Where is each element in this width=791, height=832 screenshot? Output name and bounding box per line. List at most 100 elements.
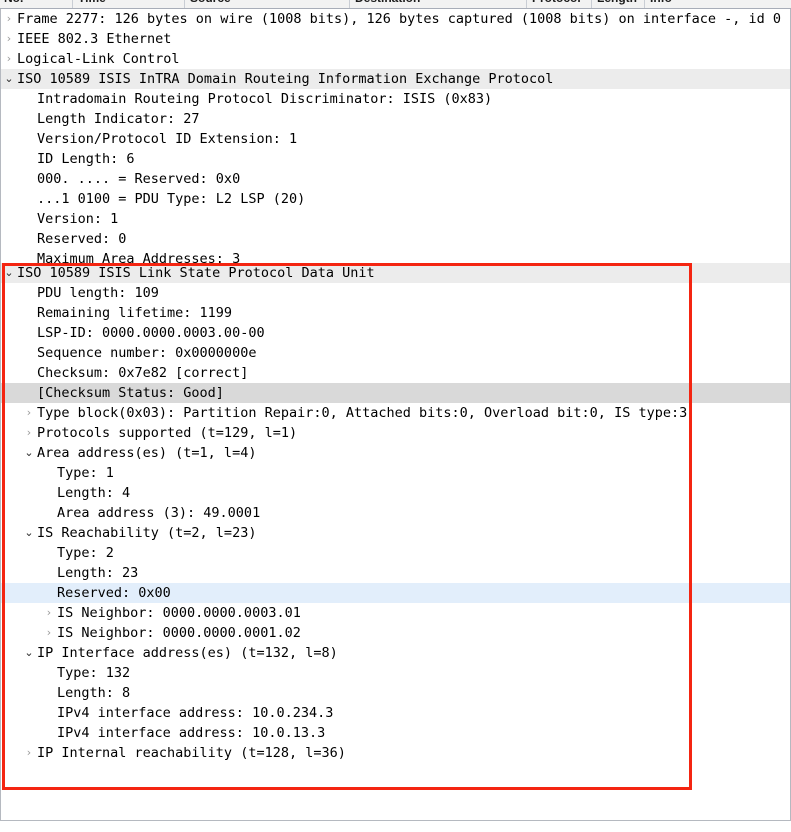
- chevron-down-icon[interactable]: ⌄: [21, 443, 37, 463]
- tree-row[interactable]: ⌄ IS Reachability (t=2, l=23): [1, 523, 790, 543]
- tree-row-label: 000. .... = Reserved: 0x0: [37, 171, 241, 187]
- tree-row[interactable]: ID Length: 6: [1, 149, 790, 169]
- tree-row-label: Logical-Link Control: [17, 51, 180, 67]
- tree-row-label: Length Indicator: 27: [37, 111, 200, 127]
- column-header-no[interactable]: No.: [4, 0, 23, 5]
- tree-row[interactable]: Type: 2: [1, 543, 790, 563]
- tree-row[interactable]: Area address (3): 49.0001: [1, 503, 790, 523]
- chevron-down-icon[interactable]: ⌄: [21, 643, 37, 663]
- tree-row[interactable]: › IS Neighbor: 0000.0000.0003.01: [1, 603, 790, 623]
- tree-row-label: ID Length: 6: [37, 151, 135, 167]
- tree-row[interactable]: Length: 23: [1, 563, 790, 583]
- chevron-right-icon[interactable]: ›: [41, 623, 57, 643]
- pane-bottom-border: [0, 820, 791, 821]
- tree-row-label: ISO 10589 ISIS Link State Protocol Data …: [17, 265, 375, 281]
- tree-row-label: ISO 10589 ISIS InTRA Domain Routeing Inf…: [17, 71, 554, 87]
- tree-row[interactable]: Type: 1: [1, 463, 790, 483]
- tree-row[interactable]: › Logical-Link Control: [1, 49, 790, 69]
- tree-row-label: Area address (3): 49.0001: [57, 505, 261, 521]
- tree-row[interactable]: ...1 0100 = PDU Type: L2 LSP (20): [1, 189, 790, 209]
- chevron-right-icon[interactable]: ›: [41, 603, 57, 623]
- tree-row[interactable]: Length: 8: [1, 683, 790, 703]
- tree-row-label: Type block(0x03): Partition Repair:0, At…: [37, 405, 688, 421]
- chevron-right-icon[interactable]: ›: [1, 9, 17, 29]
- column-divider[interactable]: [591, 0, 592, 8]
- tree-row[interactable]: › IS Neighbor: 0000.0000.0001.02: [1, 623, 790, 643]
- tree-row[interactable]: Version/Protocol ID Extension: 1: [1, 129, 790, 149]
- tree-row[interactable]: Version: 1: [1, 209, 790, 229]
- tree-row[interactable]: Type: 132: [1, 663, 790, 683]
- tree-row[interactable]: 000. .... = Reserved: 0x0: [1, 169, 790, 189]
- tree-row[interactable]: [Checksum Status: Good]: [1, 383, 790, 403]
- chevron-right-icon[interactable]: ›: [21, 403, 37, 423]
- tree-row[interactable]: › IEEE 802.3 Ethernet: [1, 29, 790, 49]
- tree-row[interactable]: ⌄ Area address(es) (t=1, l=4): [1, 443, 790, 463]
- tree-row-label: IP Internal reachability (t=128, l=36): [37, 745, 346, 761]
- tree-row-label: Remaining lifetime: 1199: [37, 305, 233, 321]
- tree-row-label: Area address(es) (t=1, l=4): [37, 445, 257, 461]
- column-divider[interactable]: [644, 0, 645, 8]
- chevron-down-icon[interactable]: ⌄: [1, 69, 17, 89]
- tree-row[interactable]: Sequence number: 0x0000000e: [1, 343, 790, 363]
- tree-row-label: Length: 4: [57, 485, 131, 501]
- chevron-right-icon[interactable]: ›: [1, 49, 17, 69]
- chevron-down-icon[interactable]: ⌄: [21, 523, 37, 543]
- tree-row[interactable]: Reserved: 0x00: [1, 583, 790, 603]
- tree-row[interactable]: Remaining lifetime: 1199: [1, 303, 790, 323]
- tree-row-label: Version: 1: [37, 211, 119, 227]
- column-header-length[interactable]: Length: [597, 0, 637, 5]
- tree-row[interactable]: Length Indicator: 27: [1, 109, 790, 129]
- tree-row[interactable]: LSP-ID: 0000.0000.0003.00-00: [1, 323, 790, 343]
- tree-row[interactable]: › Type block(0x03): Partition Repair:0, A…: [1, 403, 790, 423]
- column-header-source[interactable]: Source: [190, 0, 231, 5]
- column-header-destination[interactable]: Destination: [355, 0, 420, 5]
- tree-row[interactable]: Checksum: 0x7e82 [correct]: [1, 363, 790, 383]
- chevron-right-icon[interactable]: ›: [21, 743, 37, 763]
- tree-row[interactable]: IPv4 interface address: 10.0.234.3: [1, 703, 790, 723]
- column-header-info[interactable]: Info: [650, 0, 672, 5]
- tree-row[interactable]: Length: 4: [1, 483, 790, 503]
- details-empty-area: [1, 783, 790, 821]
- tree-row-label: Length: 23: [57, 565, 139, 581]
- tree-row[interactable]: Maximum Area Addresses: 3: [1, 249, 790, 263]
- column-divider[interactable]: [349, 0, 350, 8]
- packet-details-tree[interactable]: › Frame 2277: 126 bytes on wire (1008 bit…: [1, 9, 790, 763]
- tree-row-label: Sequence number: 0x0000000e: [37, 345, 257, 361]
- column-divider[interactable]: [526, 0, 527, 8]
- tree-row[interactable]: › Protocols supported (t=129, l=1): [1, 423, 790, 443]
- tree-row[interactable]: › Frame 2277: 126 bytes on wire (1008 bit…: [1, 9, 790, 29]
- column-divider[interactable]: [184, 0, 185, 8]
- tree-row-label: ...1 0100 = PDU Type: L2 LSP (20): [37, 191, 306, 207]
- tree-row[interactable]: IPv4 interface address: 10.0.13.3: [1, 723, 790, 743]
- tree-row-label: Length: 8: [57, 685, 131, 701]
- tree-row-label: Protocols supported (t=129, l=1): [37, 425, 298, 441]
- tree-row-label: IS Reachability (t=2, l=23): [37, 525, 257, 541]
- tree-row-label: Version/Protocol ID Extension: 1: [37, 131, 298, 147]
- tree-row-label: Maximum Area Addresses: 3: [37, 251, 241, 263]
- tree-row-label: IP Interface address(es) (t=132, l=8): [37, 645, 338, 661]
- column-header-protocol[interactable]: Protocol: [532, 0, 581, 5]
- tree-row-label: Reserved: 0: [37, 231, 127, 247]
- tree-row[interactable]: ⌄ ISO 10589 ISIS Link State Protocol Data…: [1, 263, 790, 283]
- chevron-right-icon[interactable]: ›: [1, 29, 17, 49]
- tree-row[interactable]: PDU length: 109: [1, 283, 790, 303]
- tree-row-label: IPv4 interface address: 10.0.13.3: [57, 725, 326, 741]
- chevron-down-icon[interactable]: ⌄: [1, 263, 17, 283]
- chevron-right-icon[interactable]: ›: [21, 423, 37, 443]
- tree-row-label: Frame 2277: 126 bytes on wire (1008 bits…: [17, 11, 782, 27]
- tree-row-label: Type: 2: [57, 545, 114, 561]
- packet-details-pane[interactable]: › Frame 2277: 126 bytes on wire (1008 bit…: [0, 9, 791, 821]
- tree-row[interactable]: Intradomain Routeing Protocol Discrimina…: [1, 89, 790, 109]
- tree-row-label: IS Neighbor: 0000.0000.0003.01: [57, 605, 301, 621]
- column-header-time[interactable]: Time: [78, 0, 106, 5]
- tree-row[interactable]: ⌄ IP Interface address(es) (t=132, l=8): [1, 643, 790, 663]
- tree-row-label: IEEE 802.3 Ethernet: [17, 31, 172, 47]
- tree-row[interactable]: ⌄ ISO 10589 ISIS InTRA Domain Routeing In…: [1, 69, 790, 89]
- tree-row-label: LSP-ID: 0000.0000.0003.00-00: [37, 325, 265, 341]
- tree-row-label: Type: 1: [57, 465, 114, 481]
- column-divider[interactable]: [72, 0, 73, 8]
- tree-row-label: IPv4 interface address: 10.0.234.3: [57, 705, 334, 721]
- packet-list-column-header[interactable]: No. Time Source Destination Protocol Length In…: [0, 0, 791, 9]
- tree-row[interactable]: › IP Internal reachability (t=128, l=36): [1, 743, 790, 763]
- tree-row[interactable]: Reserved: 0: [1, 229, 790, 249]
